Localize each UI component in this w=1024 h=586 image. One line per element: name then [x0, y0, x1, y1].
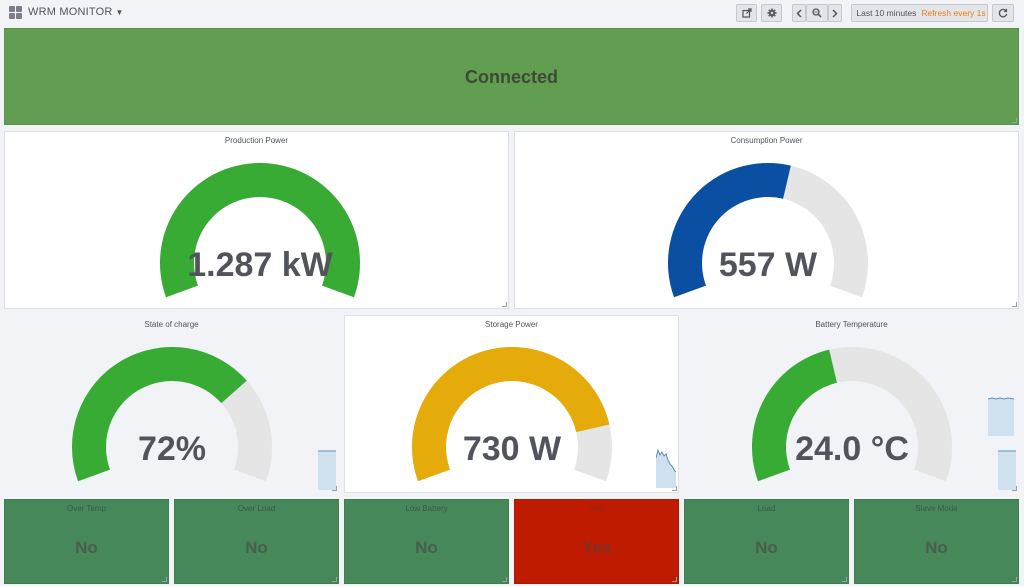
time-range-label: Last 10 minutes: [856, 8, 917, 18]
consumption-power-value: 557 W: [718, 246, 818, 284]
caret-down-icon: ▼: [115, 8, 124, 17]
panel-resize-handle[interactable]: [332, 577, 337, 582]
state-of-charge-panel: State of charge 72%: [4, 315, 339, 493]
panel-title: State of charge: [144, 320, 199, 329]
refresh-icon: [998, 8, 1008, 18]
connection-status-value: Connected: [464, 67, 558, 87]
dashboard-title: WRM MONITOR: [28, 6, 113, 18]
consumption-power-gauge: [668, 163, 868, 298]
storage-power-value: 730 W: [462, 430, 562, 468]
share-icon: [741, 8, 752, 18]
state-of-charge-gauge: [71, 346, 272, 482]
consumption-power-panel: Consumption Power 557 W: [514, 131, 1019, 436]
panel-resize-handle[interactable]: [842, 577, 847, 582]
storage-power-sparkline: [656, 448, 676, 488]
over-temp-value: No: [75, 538, 98, 557]
panel-title: Load: [757, 504, 776, 513]
low-battery-panel: Low Battery No: [344, 499, 509, 584]
panel-title: Over Temp: [67, 504, 106, 513]
panel-resize-handle[interactable]: [1012, 118, 1017, 123]
panel-title: Production Power: [224, 136, 289, 145]
panel-title: Storage Power: [485, 320, 538, 329]
panel-title: Slave Mode: [915, 504, 958, 513]
over-temp-panel: Over Temp No: [4, 499, 169, 584]
panel-title: Over Load: [237, 504, 276, 513]
time-forward-button[interactable]: [828, 4, 842, 22]
production-power-gauge: [160, 163, 360, 298]
panel-title: Consumption Power: [730, 136, 803, 145]
grid-panel: Grid Yes: [514, 499, 679, 584]
storage-power-panel: Storage Power 730 W: [344, 315, 679, 493]
panel-resize-handle[interactable]: [502, 577, 507, 582]
settings-button[interactable]: [761, 4, 782, 22]
chevron-right-icon: [832, 8, 838, 18]
production-power-value: 1.287 kW: [187, 246, 333, 284]
panel-resize-handle[interactable]: [672, 486, 677, 491]
zoom-out-button[interactable]: [806, 4, 828, 22]
zoom-out-icon: [812, 8, 822, 18]
panel-title: Low Battery: [405, 504, 448, 513]
slave-mode-value: No: [925, 538, 948, 557]
slave-mode-panel: Slave Mode No: [854, 499, 1019, 584]
low-battery-value: No: [415, 538, 438, 557]
state-of-charge-sparkline: [318, 450, 336, 490]
grid-value: Yes: [581, 538, 612, 557]
dashboard-grid-icon[interactable]: [9, 6, 22, 19]
panel-resize-handle[interactable]: [672, 577, 677, 582]
time-back-button[interactable]: [792, 4, 806, 22]
panel-resize-handle[interactable]: [502, 302, 507, 307]
over-load-panel: Over Load No: [174, 499, 339, 584]
chevron-left-icon: [796, 8, 802, 18]
battery-temperature-sparkline: [998, 450, 1016, 490]
load-panel: Load No: [684, 499, 849, 584]
battery-temperature-gauge: [752, 347, 952, 482]
load-value: No: [755, 538, 778, 557]
over-load-value: No: [245, 538, 268, 557]
state-of-charge-value: 72%: [137, 430, 207, 468]
top-navbar: WRM MONITOR ▼ Last 10 minutes Refresh eve…: [0, 0, 1024, 26]
connection-status-panel: Connected: [4, 28, 1019, 125]
battery-temperature-value: 24.0 °C: [795, 430, 909, 468]
panel-resize-handle[interactable]: [1012, 486, 1017, 491]
battery-temperature-panel: Battery Temperature 24.0 °C: [684, 315, 1019, 493]
production-power-panel: Production Power 1.287 kW: [4, 131, 509, 436]
panel-title: Battery Temperature: [815, 320, 888, 329]
panel-title: Grid: [588, 504, 605, 513]
panel-resize-handle[interactable]: [162, 577, 167, 582]
panel-resize-handle[interactable]: [1012, 302, 1017, 307]
refresh-interval-label: Refresh every 1s: [921, 8, 986, 18]
storage-power-gauge: [412, 346, 612, 482]
panel-resize-handle[interactable]: [1012, 577, 1017, 582]
panel-resize-handle[interactable]: [332, 486, 337, 491]
dashboard-picker[interactable]: WRM MONITOR ▼: [28, 6, 124, 18]
gear-icon: [767, 8, 776, 18]
refresh-button[interactable]: [992, 4, 1014, 22]
share-button[interactable]: [736, 4, 757, 22]
time-range-picker[interactable]: Last 10 minutes Refresh every 1s: [851, 4, 988, 22]
